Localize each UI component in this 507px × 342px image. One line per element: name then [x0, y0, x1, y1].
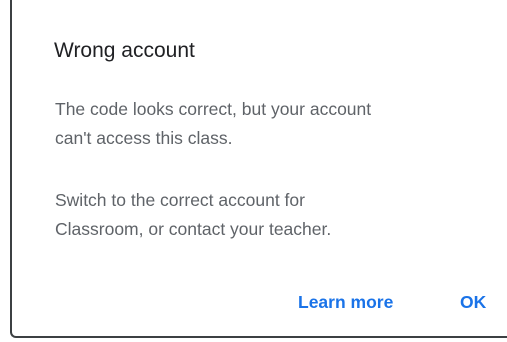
dialog-message-2-line-1: Switch to the correct account for [55, 190, 305, 210]
screen: Wrong account The code looks correct, bu… [0, 0, 507, 342]
dialog-message-1: The code looks correct, but your account… [55, 95, 495, 153]
wrong-account-dialog: Wrong account The code looks correct, bu… [10, 0, 507, 338]
dialog-message-2: Switch to the correct account for Classr… [55, 186, 495, 244]
dialog-actions: Learn more OK [12, 287, 507, 317]
learn-more-button[interactable]: Learn more [298, 287, 393, 317]
ok-button[interactable]: OK [460, 287, 486, 317]
dialog-title: Wrong account [54, 39, 195, 62]
dialog-message-1-line-2: can't access this class. [55, 128, 233, 148]
dialog-message-2-line-2: Classroom, or contact your teacher. [55, 219, 332, 239]
dialog-message-1-line-1: The code looks correct, but your account [55, 99, 372, 119]
